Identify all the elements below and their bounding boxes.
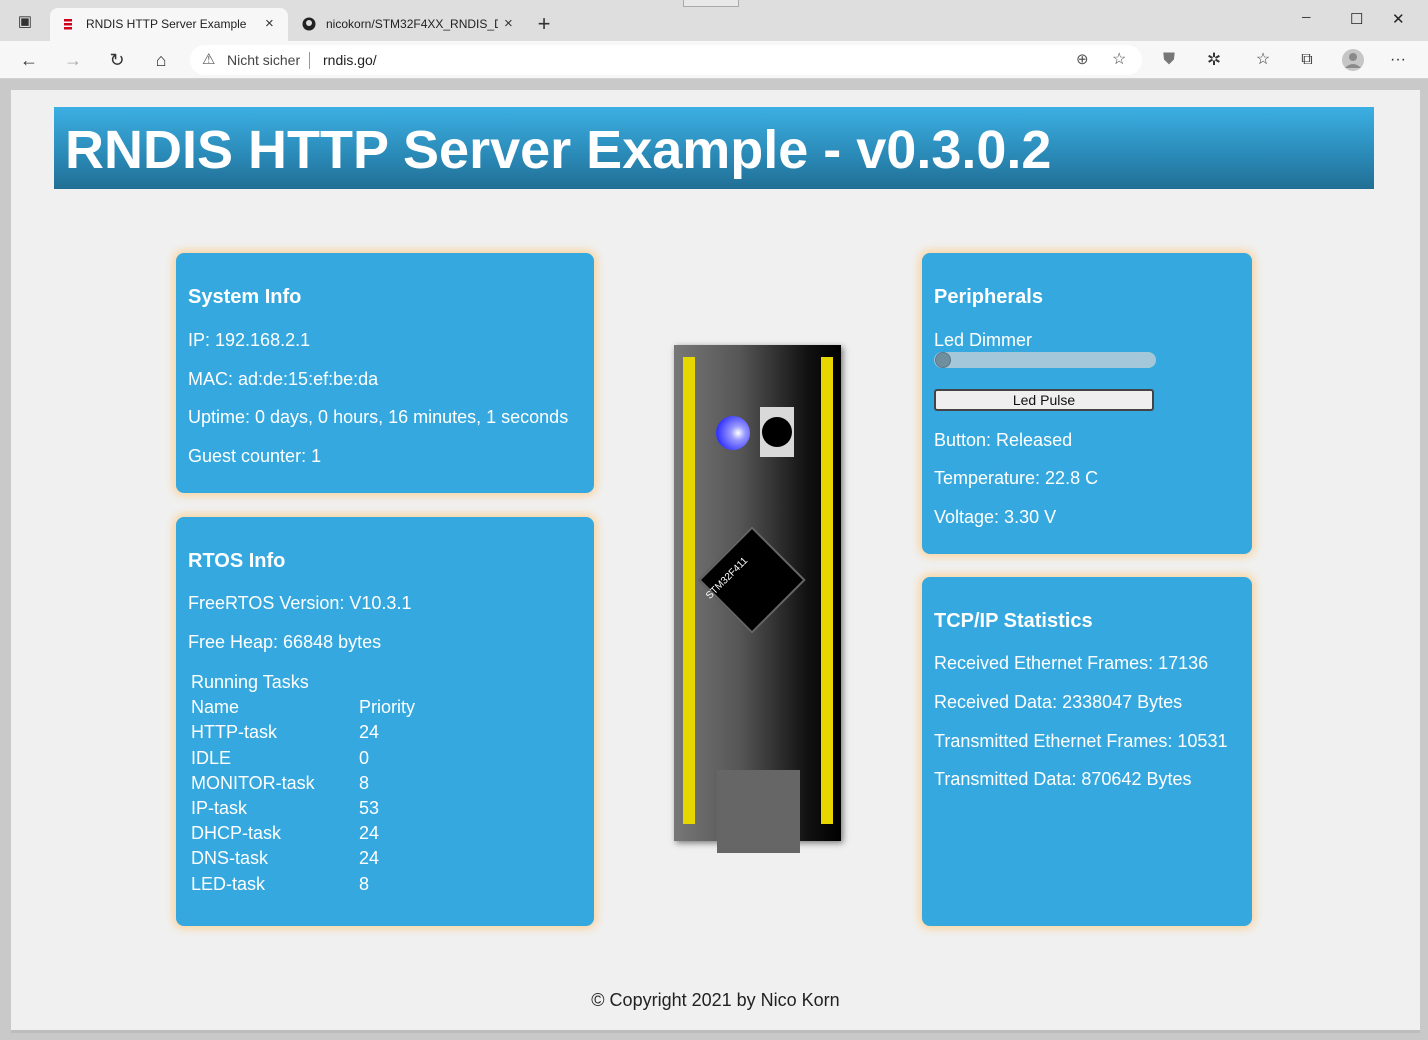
maximize-button[interactable]: ☐: [1350, 10, 1363, 28]
tab-rndis[interactable]: RNDIS HTTP Server Example ×: [50, 8, 288, 41]
tab-github[interactable]: nicokorn/STM32F4XX_RNDIS_DE ×: [290, 8, 526, 41]
browser-title-bar: ▣ RNDIS HTTP Server Example × nicokorn/S…: [0, 0, 1428, 41]
transmitted-data: Transmitted Data: 870642 Bytes: [934, 769, 1192, 789]
peripherals-card: Peripherals Led Dimmer Led Pulse Button:…: [922, 253, 1252, 554]
zoom-icon[interactable]: ⊕: [1076, 50, 1089, 68]
page-viewport: RNDIS HTTP Server Example - v0.3.0.2 Sys…: [11, 90, 1420, 1030]
uptime: Uptime: 0 days, 0 hours, 16 minutes, 1 s…: [188, 407, 569, 427]
task-name: DNS-task: [191, 848, 269, 869]
led-pulse-button[interactable]: Led Pulse: [934, 389, 1154, 411]
running-tasks-table: Running Tasks Name Priority HTTP-task 24 …: [188, 670, 418, 897]
collections-icon[interactable]: ⧉: [1295, 48, 1319, 72]
led-dimmer-label: Led Dimmer: [934, 330, 1033, 350]
rtos-info-heading: RTOS Info: [188, 550, 286, 572]
tcpip-statistics-card: TCP/IP Statistics Received Ethernet Fram…: [922, 577, 1252, 926]
column-header-priority: Priority: [359, 697, 416, 718]
task-priority: 8: [359, 873, 370, 894]
task-priority: 8: [359, 772, 370, 793]
task-name: DHCP-task: [191, 823, 282, 844]
received-frames: Received Ethernet Frames: 17136: [934, 653, 1209, 673]
guest-counter: Guest counter: 1: [188, 446, 322, 466]
github-icon: [302, 17, 316, 31]
window-drag-handle[interactable]: [683, 0, 739, 7]
viewport-bottom-edge: [11, 1030, 1420, 1033]
tasks-caption: Running Tasks: [191, 672, 309, 693]
rtos-info-card: RTOS Info FreeRTOS Version: V10.3.1 Free…: [176, 517, 594, 926]
transmitted-frames: Transmitted Ethernet Frames: 10531: [934, 731, 1228, 751]
board-user-button: [760, 407, 794, 457]
minimize-button[interactable]: ─: [1302, 10, 1311, 24]
extensions-icon[interactable]: ✲: [1202, 48, 1226, 72]
table-row: DNS-task 24: [188, 846, 418, 871]
stm32-board-image: STM32F411: [674, 345, 841, 853]
slider-handle[interactable]: [935, 352, 951, 368]
system-info-heading: System Info: [188, 286, 302, 308]
tab-title: RNDIS HTTP Server Example: [86, 17, 247, 31]
security-label[interactable]: Nicht sicher: [227, 52, 300, 68]
tcpip-heading: TCP/IP Statistics: [934, 610, 1093, 632]
tab-title: nicokorn/STM32F4XX_RNDIS_DE: [326, 17, 498, 31]
profile-avatar[interactable]: [1341, 48, 1365, 72]
free-heap: Free Heap: 66848 bytes: [188, 632, 382, 652]
sidebar-toggle-icon[interactable]: ▣: [13, 10, 37, 34]
task-priority: 24: [359, 722, 380, 743]
tab-close-icon[interactable]: ×: [504, 15, 513, 32]
address-divider: [309, 52, 310, 69]
footer-copyright: © Copyright 2021 by Nico Korn: [591, 990, 840, 1010]
freertos-version: FreeRTOS Version: V10.3.1: [188, 593, 412, 613]
back-icon[interactable]: ←: [17, 48, 41, 72]
url-text[interactable]: rndis.go/: [323, 52, 377, 68]
home-icon[interactable]: ⌂: [149, 48, 173, 72]
browser-toolbar: ← → ↻ ⌂ ⚠ Nicht sicher rndis.go/ ⊕ ☆ ⛊ ✲…: [0, 41, 1428, 79]
tab-close-icon[interactable]: ×: [265, 15, 274, 32]
button-status: Button: Released: [934, 430, 1073, 450]
table-row: IP-task 53: [188, 796, 418, 821]
table-row: LED-task 8: [188, 872, 418, 897]
peripherals-heading: Peripherals: [934, 286, 1043, 308]
task-priority: 24: [359, 848, 380, 869]
column-header-name: Name: [191, 697, 240, 718]
board-led: [716, 416, 750, 450]
rndis-favicon-icon: [62, 18, 74, 31]
task-name: LED-task: [191, 873, 266, 894]
warning-icon: ⚠: [202, 51, 216, 68]
task-priority: 0: [359, 747, 370, 768]
board-left-pin-rail: [683, 357, 695, 824]
table-row: HTTP-task 24: [188, 720, 418, 745]
reload-icon[interactable]: ↻: [105, 48, 129, 72]
task-priority: 24: [359, 823, 380, 844]
task-name: MONITOR-task: [191, 772, 315, 793]
more-menu-icon[interactable]: ···: [1386, 48, 1410, 72]
new-tab-button[interactable]: +: [532, 12, 556, 36]
received-data: Received Data: 2338047 Bytes: [934, 692, 1183, 712]
task-name: IDLE: [191, 747, 232, 768]
board-mcu-chip: [698, 526, 806, 634]
task-name: HTTP-task: [191, 722, 278, 743]
temperature: Temperature: 22.8 C: [934, 468, 1099, 488]
board-usb-connector: [717, 770, 800, 853]
shield-icon[interactable]: ⛊: [1157, 48, 1181, 72]
favorites-icon[interactable]: ☆: [1251, 48, 1275, 72]
table-row: MONITOR-task 8: [188, 771, 418, 796]
system-info-card: System Info IP: 192.168.2.1 MAC: ad:de:1…: [176, 253, 594, 493]
mac-address: MAC: ad:de:15:ef:be:da: [188, 369, 379, 389]
table-row: IDLE 0: [188, 746, 418, 771]
close-window-button[interactable]: ✕: [1392, 10, 1405, 28]
led-dimmer-slider[interactable]: [934, 352, 1156, 368]
board-button-cap: [762, 417, 792, 447]
task-name: IP-task: [191, 798, 248, 819]
task-priority: 53: [359, 798, 380, 819]
voltage: Voltage: 3.30 V: [934, 507, 1057, 527]
page-title: RNDIS HTTP Server Example - v0.3.0.2: [65, 120, 1052, 180]
forward-icon[interactable]: →: [61, 48, 85, 72]
ip-address: IP: 192.168.2.1: [188, 330, 311, 350]
board-right-pin-rail: [821, 357, 833, 824]
add-favorite-icon[interactable]: ☆: [1112, 49, 1126, 69]
page-header: RNDIS HTTP Server Example - v0.3.0.2: [54, 107, 1374, 189]
address-bar[interactable]: ⚠ Nicht sicher rndis.go/ ⊕ ☆: [190, 45, 1142, 75]
table-row: DHCP-task 24: [188, 821, 418, 846]
